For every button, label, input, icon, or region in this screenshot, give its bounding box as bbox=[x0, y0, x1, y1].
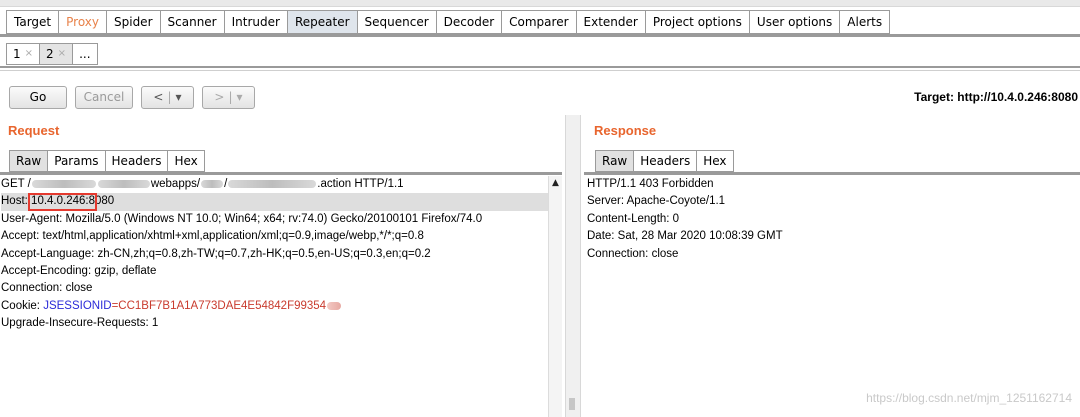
response-line: Server: Apache-Coyote/1.1 bbox=[587, 195, 726, 208]
host-highlight-box bbox=[28, 193, 97, 211]
repeater-tab-label: 1 bbox=[13, 47, 21, 61]
watermark: https://blog.csdn.net/mjm_1251162714 bbox=[866, 391, 1072, 405]
split-pane-divider[interactable] bbox=[565, 115, 581, 417]
request-scrollbar[interactable]: ▲ bbox=[548, 176, 562, 417]
request-header-line: Accept-Encoding: gzip, deflate bbox=[1, 265, 157, 278]
response-tab-raw[interactable]: Raw bbox=[595, 150, 634, 172]
response-tab-headers[interactable]: Headers bbox=[633, 150, 697, 172]
response-view-tabs: Raw Headers Hex bbox=[595, 150, 734, 172]
request-header-line: Accept-Language: zh-CN,zh;q=0.8,zh-TW;q=… bbox=[1, 247, 431, 260]
repeater-tab-label: 2 bbox=[46, 47, 54, 61]
response-line: HTTP/1.1 403 Forbidden bbox=[587, 178, 714, 190]
host-header-label: Host: bbox=[1, 195, 32, 208]
cookie-header-label: Cookie: bbox=[1, 299, 44, 312]
tab-scanner[interactable]: Scanner bbox=[159, 10, 224, 34]
redacted-text bbox=[97, 179, 150, 188]
close-icon[interactable]: × bbox=[25, 44, 33, 64]
request-header-line: Accept: text/html,application/xhtml+xml,… bbox=[1, 230, 424, 243]
tab-spider[interactable]: Spider bbox=[106, 10, 160, 34]
repeater-tab-2[interactable]: 2 × bbox=[39, 43, 73, 65]
cookie-value: CC1BF7B1A1A773DAE4E54842F99354 bbox=[118, 299, 327, 312]
response-editor[interactable]: HTTP/1.1 403 Forbidden Server: Apache-Co… bbox=[585, 176, 1080, 417]
request-cookie-line: Cookie: JSESSIONID=CC1BF7B1A1A773DAE4E54… bbox=[1, 298, 548, 315]
response-line: Content-Length: 0 bbox=[587, 212, 680, 225]
repeater-tab-1[interactable]: 1 × bbox=[6, 43, 40, 65]
request-tab-hex[interactable]: Hex bbox=[167, 150, 205, 172]
tab-decoder[interactable]: Decoder bbox=[435, 10, 502, 34]
chevron-right-icon: > bbox=[214, 90, 225, 104]
request-protocol: .action HTTP/1.1 bbox=[317, 178, 404, 190]
divider-grip[interactable] bbox=[569, 398, 575, 410]
window-top-strip bbox=[0, 0, 1080, 7]
forward-button[interactable]: > | ▾ bbox=[202, 86, 255, 109]
tab-user-options[interactable]: User options bbox=[748, 10, 840, 34]
chevron-left-icon: < bbox=[153, 90, 164, 104]
request-tab-underline bbox=[0, 172, 562, 175]
request-view-tabs: Raw Params Headers Hex bbox=[9, 150, 205, 172]
tab-proxy[interactable]: Proxy bbox=[58, 10, 106, 34]
request-editor[interactable]: GET / webapps// .action HTTP/1.1 Host: 10.… bbox=[0, 176, 548, 417]
target-label[interactable]: Target: http://10.4.0.246:8080 bbox=[914, 90, 1078, 104]
response-tab-hex[interactable]: Hex bbox=[696, 150, 734, 172]
request-path-separator: / bbox=[224, 178, 228, 190]
dropdown-arrow-icon: ▾ bbox=[175, 90, 182, 104]
repeater-tab-bar: 1 × 2 × ... bbox=[6, 43, 98, 65]
go-button[interactable]: Go bbox=[9, 86, 67, 109]
redacted-text bbox=[327, 301, 342, 310]
sub-tab-separator bbox=[0, 70, 1080, 71]
redacted-text bbox=[228, 179, 317, 188]
sub-tab-underline bbox=[0, 66, 1080, 68]
tab-target[interactable]: Target bbox=[6, 10, 59, 34]
request-tab-headers[interactable]: Headers bbox=[104, 150, 168, 172]
request-header-line: Upgrade-Insecure-Requests: 1 bbox=[1, 317, 159, 330]
main-tab-bar: Target Proxy Spider Scanner Intruder Rep… bbox=[0, 10, 891, 34]
tab-comparer[interactable]: Comparer bbox=[501, 10, 576, 34]
request-tab-params[interactable]: Params bbox=[47, 150, 105, 172]
tab-extender[interactable]: Extender bbox=[575, 10, 645, 34]
main-tab-underline bbox=[0, 34, 1080, 37]
redacted-text bbox=[201, 179, 224, 188]
response-line: Connection: close bbox=[587, 247, 679, 260]
dropdown-arrow-icon: ▾ bbox=[236, 90, 243, 104]
close-icon[interactable]: × bbox=[58, 44, 66, 64]
cookie-name: JSESSIONID bbox=[43, 299, 112, 312]
back-button[interactable]: < | ▾ bbox=[141, 86, 194, 109]
repeater-new-tab[interactable]: ... bbox=[72, 43, 98, 65]
tab-alerts[interactable]: Alerts bbox=[839, 10, 891, 34]
response-title: Response bbox=[594, 123, 657, 138]
redacted-text bbox=[31, 179, 96, 188]
request-line: GET / webapps/ / .action HTTP/1.1 bbox=[1, 176, 548, 193]
request-header-line: User-Agent: Mozilla/5.0 (Windows NT 10.0… bbox=[1, 212, 483, 225]
request-title: Request bbox=[8, 123, 60, 138]
tab-project-options[interactable]: Project options bbox=[644, 10, 749, 34]
request-method-path: GET / bbox=[1, 178, 31, 190]
response-line: Date: Sat, 28 Mar 2020 10:08:39 GMT bbox=[587, 230, 783, 243]
scroll-up-icon[interactable]: ▲ bbox=[552, 178, 559, 188]
cancel-button[interactable]: Cancel bbox=[75, 86, 133, 109]
request-tab-raw[interactable]: Raw bbox=[9, 150, 48, 172]
response-tab-underline bbox=[584, 172, 1080, 175]
request-header-line: Connection: close bbox=[1, 282, 93, 295]
tab-sequencer[interactable]: Sequencer bbox=[356, 10, 436, 34]
tab-repeater[interactable]: Repeater bbox=[286, 10, 357, 34]
tab-intruder[interactable]: Intruder bbox=[223, 10, 287, 34]
request-path-segment: webapps/ bbox=[150, 178, 201, 190]
